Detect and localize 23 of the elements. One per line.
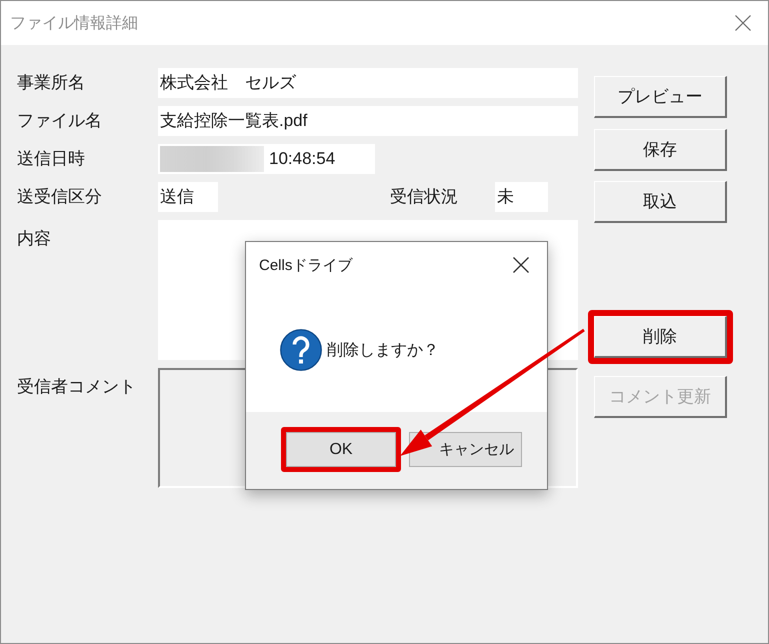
field-label: ファイル名: [17, 110, 103, 132]
dialog-message: 削除しますか？: [327, 340, 439, 360]
field-label: 事業所名: [17, 72, 86, 94]
text-field[interactable]: 支給控除一覧表.pdf: [158, 106, 578, 136]
dialog-title: Cellsドライブ: [259, 256, 352, 274]
field-label: 送信日時: [17, 148, 86, 170]
field-label: 受信者コメント: [17, 376, 137, 398]
text-field[interactable]: 10:48:54: [158, 144, 375, 174]
field-label: 送受信区分: [17, 186, 103, 208]
text-field[interactable]: 送信: [158, 182, 218, 212]
save-button[interactable]: 保存: [594, 129, 727, 171]
text-field[interactable]: 株式会社 セルズ: [158, 68, 578, 98]
window-title: ファイル情報詳細: [10, 14, 138, 34]
text-field[interactable]: 未: [495, 182, 548, 212]
delete-button[interactable]: 削除: [594, 316, 727, 358]
field-label: 受信状況: [390, 186, 459, 208]
preview-button[interactable]: プレビュー: [594, 76, 727, 118]
question-icon: [280, 329, 322, 371]
cancel-button[interactable]: キャンセル: [409, 432, 522, 467]
import-button[interactable]: 取込: [594, 181, 727, 223]
field-label: 内容: [17, 228, 52, 250]
ok-button[interactable]: OK: [286, 432, 396, 467]
close-icon[interactable]: [513, 257, 529, 273]
